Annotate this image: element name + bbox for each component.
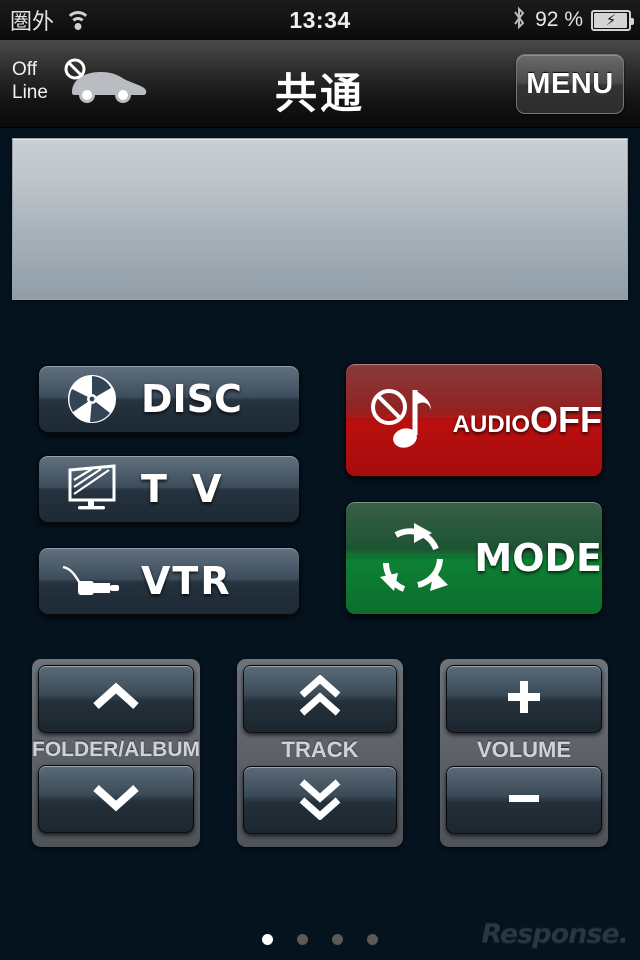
status-clock: 13:34 — [289, 6, 351, 33]
vtr-button[interactable]: VTR — [38, 547, 300, 615]
watermark: Response. — [481, 918, 629, 949]
vtr-button-label: VTR — [141, 559, 232, 603]
refresh-cycle-icon — [372, 519, 454, 597]
track-down-button[interactable] — [243, 766, 397, 834]
tv-button[interactable]: T V — [38, 455, 300, 523]
mode-button[interactable]: MODE — [345, 501, 603, 615]
audio-off-button-label: AUDIO OFF — [453, 399, 602, 441]
display-panel — [12, 138, 628, 300]
mode-button-label: MODE — [474, 536, 602, 580]
disc-button[interactable]: DISC — [38, 365, 300, 433]
track-group: TRACK — [237, 659, 403, 847]
audio-label-large: OFF — [530, 399, 602, 440]
pagination-dot-1[interactable] — [262, 934, 273, 945]
pagination-dot-2[interactable] — [297, 934, 308, 945]
folder-album-label: FOLDER/ALBUM — [32, 738, 200, 761]
double-chevron-down-icon — [296, 776, 344, 825]
folder-album-group: FOLDER/ALBUM — [32, 659, 200, 847]
chevron-up-icon — [88, 680, 144, 719]
audio-label-small: AUDIO — [452, 411, 531, 438]
volume-group: VOLUME — [440, 659, 608, 847]
status-bar: 圏外 13:34 92 % ⚡ — [0, 0, 640, 40]
battery-charging-icon: ⚡ — [591, 9, 634, 31]
double-chevron-up-icon — [296, 673, 344, 724]
minus-icon — [504, 778, 544, 823]
tv-button-label: T V — [141, 467, 228, 511]
volume-down-button[interactable] — [446, 766, 602, 834]
volume-label: VOLUME — [476, 737, 572, 762]
pagination-dot-3[interactable] — [332, 934, 343, 945]
app-header: Off Line 共通 MENU — [0, 40, 640, 128]
plug-icon — [61, 561, 123, 601]
menu-button[interactable]: MENU — [516, 54, 624, 114]
tv-icon — [61, 464, 123, 514]
chevron-down-icon — [88, 780, 144, 819]
plus-icon — [504, 677, 544, 722]
audio-mute-note-icon — [368, 380, 447, 460]
disc-icon — [61, 373, 123, 425]
audio-off-button[interactable]: AUDIO OFF — [345, 363, 603, 477]
volume-up-button[interactable] — [446, 665, 602, 733]
pagination-dot-4[interactable] — [367, 934, 378, 945]
track-label: TRACK — [281, 737, 359, 762]
track-up-button[interactable] — [243, 665, 397, 733]
disc-button-label: DISC — [141, 377, 242, 421]
folder-album-up-button[interactable] — [38, 665, 194, 733]
folder-album-down-button[interactable] — [38, 765, 194, 833]
menu-button-label: MENU — [526, 67, 614, 100]
